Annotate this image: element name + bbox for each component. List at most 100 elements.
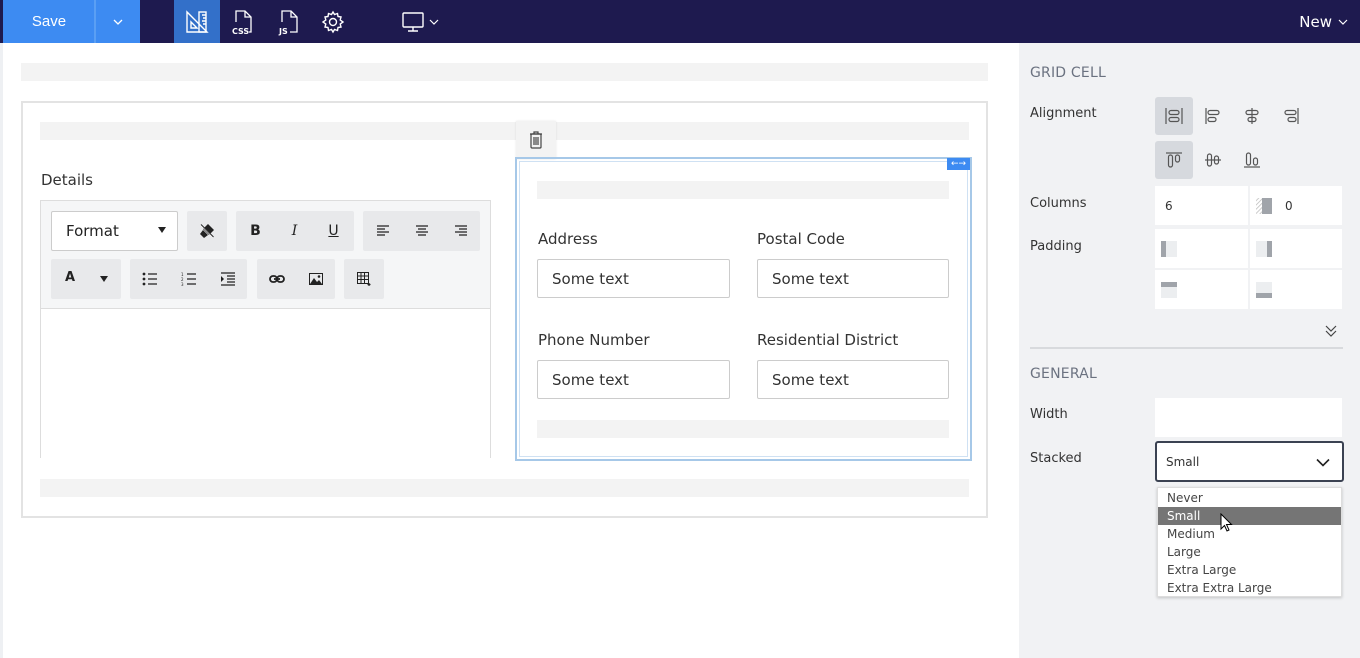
underline-button[interactable]: U	[314, 211, 353, 251]
svg-text:3: 3	[181, 282, 184, 286]
expand-more-button[interactable]	[1324, 323, 1338, 342]
css-editor-button[interactable]: CSS	[220, 0, 266, 43]
table-button[interactable]	[344, 259, 383, 299]
align-bottom-button[interactable]	[1233, 141, 1271, 179]
align-left-icon	[1205, 108, 1220, 124]
settings-button[interactable]	[310, 0, 356, 43]
image-icon	[308, 273, 323, 285]
alignment-group	[363, 211, 480, 251]
font-color-group: A	[51, 259, 121, 299]
design-mode-button[interactable]	[174, 0, 220, 43]
font-color-button[interactable]: A	[51, 258, 89, 298]
grid-cell-section-title: GRID CELL	[1030, 65, 1106, 81]
address-label: Address	[538, 230, 598, 248]
padding-left-icon	[1161, 240, 1177, 257]
offset-input[interactable]: 0	[1250, 186, 1342, 225]
stacked-option-extra-large[interactable]: Extra Large	[1158, 561, 1341, 579]
image-button[interactable]	[296, 259, 335, 299]
align-left-button[interactable]	[363, 211, 402, 251]
css-file-icon: CSS	[232, 9, 252, 36]
stacked-select[interactable]: Small	[1155, 441, 1344, 482]
align-top-icon	[1166, 152, 1182, 168]
phone-number-input[interactable]: Some text	[537, 360, 730, 399]
padding-right-input[interactable]	[1250, 229, 1342, 268]
new-button[interactable]: New	[1299, 0, 1348, 43]
list-group: 123	[130, 259, 247, 299]
align-center-icon	[1245, 108, 1259, 124]
padding-top-input[interactable]	[1155, 270, 1248, 309]
double-chevron-down-icon	[1325, 325, 1337, 337]
padding-bottom-input[interactable]	[1250, 270, 1342, 309]
residential-district-input[interactable]: Some text	[757, 360, 949, 399]
format-select[interactable]: Format	[51, 211, 178, 251]
stacked-option-extra-extra-large[interactable]: Extra Extra Large	[1158, 579, 1341, 597]
align-center-icon	[415, 225, 428, 236]
align-top-button[interactable]	[1155, 141, 1193, 179]
delete-cell-button[interactable]	[516, 121, 556, 159]
address-input[interactable]: Some text	[537, 259, 730, 298]
resize-handle[interactable]: ←→	[947, 158, 970, 170]
stacked-option-large[interactable]: Large	[1158, 543, 1341, 561]
design-mode-icon	[186, 9, 209, 33]
numbered-list-button[interactable]: 123	[169, 259, 208, 299]
bullet-list-button[interactable]	[130, 259, 169, 299]
offset-value: 0	[1285, 198, 1293, 213]
section-divider	[1030, 347, 1343, 349]
align-right-button[interactable]	[1272, 97, 1310, 135]
js-editor-button[interactable]: JS	[266, 0, 312, 43]
alignment-label: Alignment	[1030, 106, 1097, 121]
clear-format-icon	[199, 224, 214, 238]
columns-label: Columns	[1030, 196, 1087, 211]
indent-button[interactable]	[208, 259, 247, 299]
padding-left-input[interactable]	[1155, 229, 1248, 268]
numbered-list-icon: 123	[181, 272, 196, 286]
format-label: Format	[66, 222, 119, 240]
align-left-icon	[376, 225, 389, 236]
padding-label: Padding	[1030, 239, 1082, 254]
italic-button[interactable]: I	[275, 211, 314, 251]
stacked-option-small[interactable]: Small	[1158, 507, 1341, 525]
settings-gear-icon	[321, 10, 345, 33]
columns-input[interactable]: 6	[1155, 186, 1248, 225]
selected-grid-cell[interactable]	[515, 157, 972, 461]
align-bottom-icon	[1244, 152, 1260, 168]
save-button[interactable]: Save	[3, 0, 95, 43]
svg-text:CSS: CSS	[232, 27, 249, 36]
padding-top-icon	[1161, 281, 1177, 298]
align-stretch-button[interactable]	[1155, 97, 1193, 135]
new-label: New	[1299, 12, 1332, 31]
cell-drop-placeholder[interactable]	[40, 122, 969, 140]
insert-group	[257, 259, 335, 299]
align-center-button[interactable]	[402, 211, 441, 251]
chevron-down-icon	[1316, 458, 1330, 467]
save-options-button[interactable]	[96, 0, 140, 43]
chevron-down-icon	[429, 19, 439, 25]
stacked-option-never[interactable]: Never	[1158, 489, 1341, 507]
bold-button[interactable]: B	[236, 211, 275, 251]
link-button[interactable]	[257, 259, 296, 299]
postal-code-label: Postal Code	[757, 230, 845, 248]
postal-code-input[interactable]: Some text	[757, 259, 949, 298]
align-right-button[interactable]	[441, 211, 480, 251]
chevron-down-icon	[113, 19, 123, 25]
trash-icon	[530, 131, 542, 149]
clear-format-button[interactable]	[187, 211, 226, 251]
align-center-button[interactable]	[1233, 97, 1271, 135]
cell-drop-placeholder[interactable]	[537, 181, 949, 199]
rich-text-editor: Format B I U A 1 2 3	[40, 200, 491, 458]
phone-number-label: Phone Number	[538, 331, 650, 349]
device-preview-button[interactable]	[395, 0, 445, 43]
row-drop-placeholder[interactable]	[21, 63, 988, 81]
align-right-icon	[454, 225, 467, 236]
details-label: Details	[41, 171, 94, 189]
align-left-button[interactable]	[1194, 97, 1232, 135]
cell-drop-placeholder[interactable]	[537, 420, 949, 438]
font-color-dropdown[interactable]	[89, 259, 119, 299]
stacked-option-medium[interactable]: Medium	[1158, 525, 1341, 543]
js-file-icon: JS	[278, 9, 298, 36]
align-middle-button[interactable]	[1194, 141, 1232, 179]
cell-drop-placeholder[interactable]	[40, 479, 969, 497]
padding-right-icon	[1256, 240, 1272, 257]
chevron-down-icon	[1338, 19, 1348, 25]
width-input[interactable]	[1155, 398, 1342, 437]
